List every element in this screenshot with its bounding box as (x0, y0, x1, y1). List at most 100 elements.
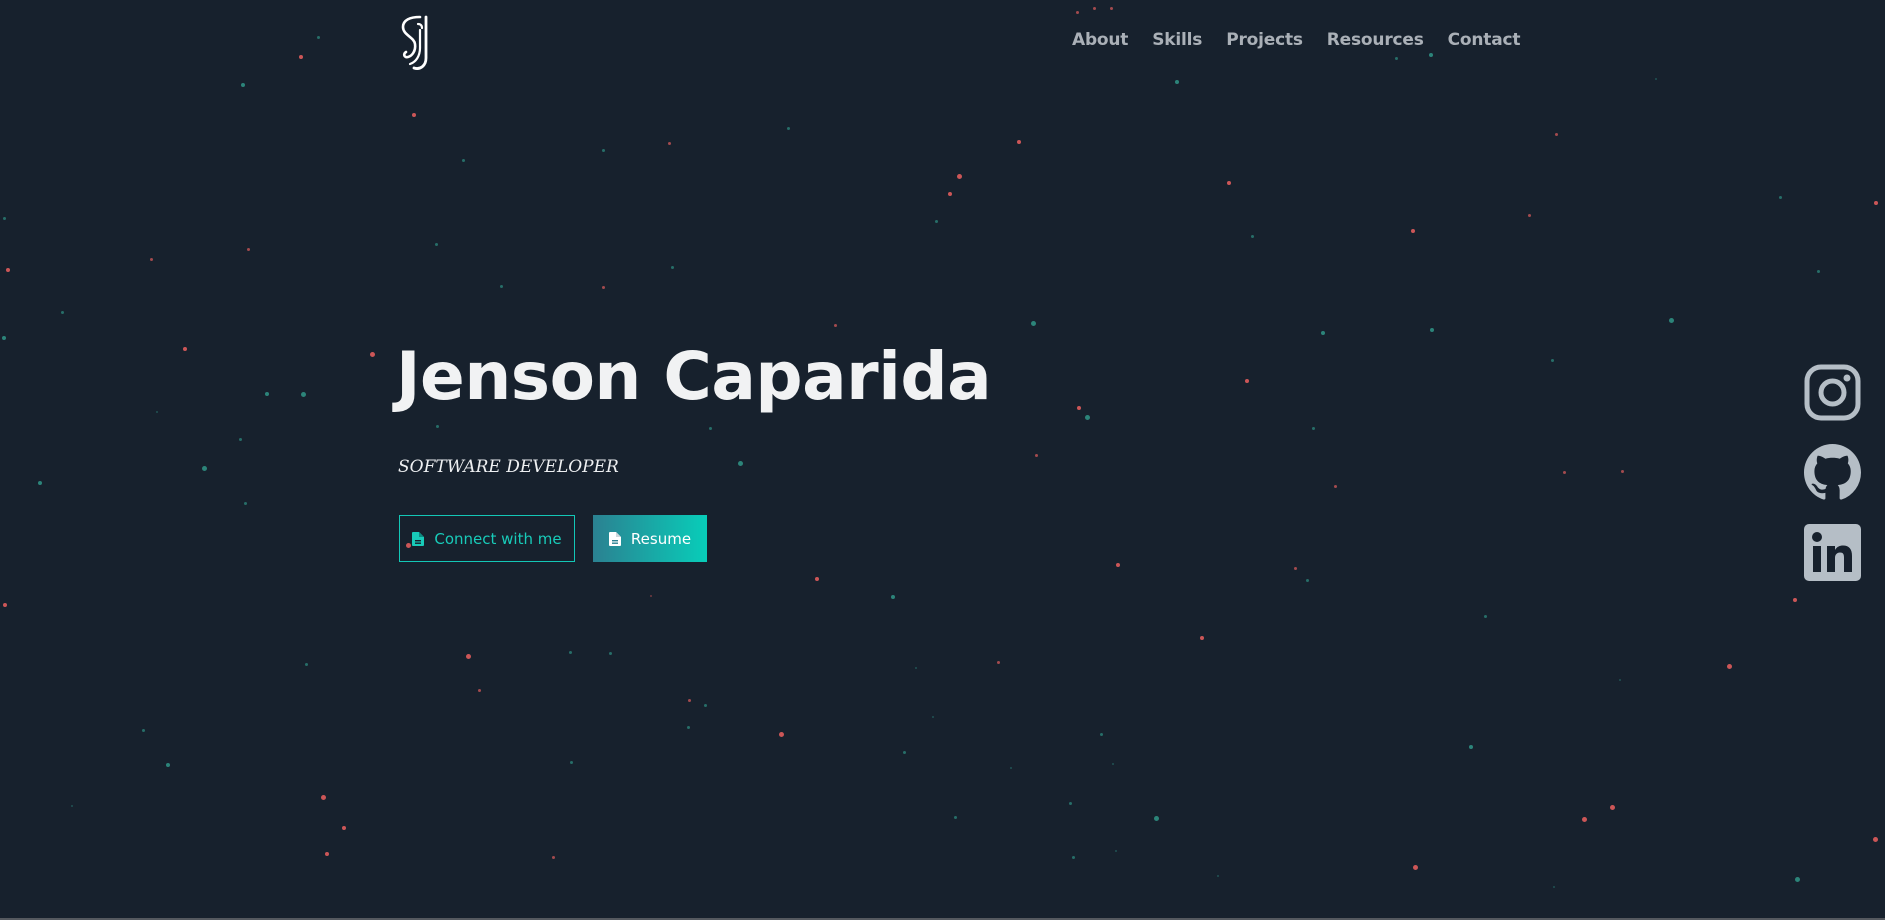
particle-dot (1112, 763, 1114, 765)
particle-dot (1412, 864, 1418, 870)
particle-dot (1793, 598, 1797, 602)
particle-dot (241, 83, 245, 87)
particle-dot (902, 750, 906, 754)
nav-link-skills[interactable]: Skills (1152, 30, 1202, 50)
particle-dot (2, 336, 6, 340)
linkedin-icon (1804, 524, 1861, 581)
particle-dot (1017, 140, 1021, 144)
particle-dot (601, 148, 605, 152)
particle-dot (1068, 801, 1072, 805)
nav-link-contact[interactable]: Contact (1448, 30, 1521, 50)
particle-dot (687, 698, 691, 702)
particle-dot (141, 728, 145, 732)
document-icon (608, 531, 621, 546)
particle-dot (166, 763, 170, 767)
particle-dot (667, 141, 671, 145)
particle-dot (1554, 132, 1558, 136)
particle-dot (149, 257, 153, 261)
particle-dot (1816, 269, 1820, 273)
particle-dot (1874, 201, 1878, 205)
particle-dot (1581, 816, 1587, 822)
particle-dot (1333, 484, 1337, 488)
particle-dot (786, 126, 790, 130)
particle-dot (60, 310, 64, 314)
particle-dot (1619, 679, 1621, 681)
particle-dot (1469, 745, 1473, 749)
nav-link-about[interactable]: About (1072, 30, 1128, 50)
linkedin-link[interactable] (1804, 524, 1861, 581)
particle-dot (461, 158, 465, 162)
particle-dot (156, 411, 158, 413)
particle-dot (183, 347, 187, 351)
particle-dot (891, 595, 895, 599)
particle-dot (1483, 614, 1487, 618)
particle-dot (342, 826, 346, 830)
particle-dot (243, 501, 247, 505)
sj-logo-icon[interactable] (398, 14, 434, 72)
particle-dot (934, 219, 938, 223)
particle-dot (1075, 10, 1079, 14)
particle-dot (1250, 234, 1254, 238)
particle-dot (1010, 767, 1012, 769)
particle-dot (1305, 578, 1309, 582)
particle-dot (1227, 181, 1231, 185)
particle-dot (1527, 213, 1531, 217)
particle-dot (320, 794, 326, 800)
particle-dot (601, 285, 605, 289)
particle-dot (953, 815, 957, 819)
particle-dot (778, 731, 784, 737)
particle-dot (1430, 328, 1434, 332)
particle-dot (1668, 317, 1674, 323)
nav-link-projects[interactable]: Projects (1226, 30, 1303, 50)
particle-dot (238, 437, 242, 441)
particle-dot (369, 351, 375, 357)
connect-button[interactable]: Connect with me (399, 515, 575, 562)
particle-dot (1321, 331, 1325, 335)
particle-dot (201, 465, 207, 471)
particle-dot (1411, 229, 1415, 233)
particle-dot (1429, 53, 1433, 57)
particle-dot (3, 603, 7, 607)
particle-dot (435, 424, 439, 428)
particle-dot (1092, 6, 1096, 10)
particle-dot (1550, 358, 1554, 362)
particle-dot (703, 703, 707, 707)
particle-dot (737, 460, 743, 466)
particle-dot (6, 268, 10, 272)
instagram-link[interactable] (1804, 364, 1861, 421)
particle-dot (325, 852, 329, 856)
resume-button-label: Resume (630, 529, 692, 548)
hero-name: Jenson Caparida (396, 338, 992, 415)
particle-dot (1655, 78, 1657, 80)
hero-role: SOFTWARE DEVELOPER (398, 457, 619, 477)
particle-dot (833, 323, 837, 327)
particle-dot (1726, 663, 1732, 669)
particle-dot (1077, 406, 1081, 410)
particle-dot (686, 725, 690, 729)
particle-dot (1778, 195, 1782, 199)
particle-dot (1872, 836, 1878, 842)
particle-dot (477, 688, 481, 692)
particle-dot (1794, 876, 1800, 882)
particle-dot (1030, 320, 1036, 326)
particle-dot (1311, 426, 1315, 430)
instagram-icon (1804, 364, 1861, 421)
particle-dot (71, 805, 73, 807)
particle-dot (1553, 886, 1555, 888)
particle-dot (932, 716, 934, 718)
particle-dot (1620, 469, 1624, 473)
particle-dot (246, 247, 250, 251)
particle-dot (465, 653, 471, 659)
nav-link-resources[interactable]: Resources (1327, 30, 1424, 50)
particle-dot (1217, 875, 1219, 877)
github-link[interactable] (1804, 444, 1861, 501)
connect-button-label: Connect with me (434, 529, 562, 548)
particle-dot (1109, 6, 1113, 10)
particle-dot (568, 650, 572, 654)
particle-dot (551, 855, 555, 859)
particle-dot (1071, 855, 1075, 859)
particle-dot (1153, 815, 1159, 821)
particle-dot (569, 760, 573, 764)
particle-dot (434, 242, 438, 246)
resume-button[interactable]: Resume (593, 515, 707, 562)
